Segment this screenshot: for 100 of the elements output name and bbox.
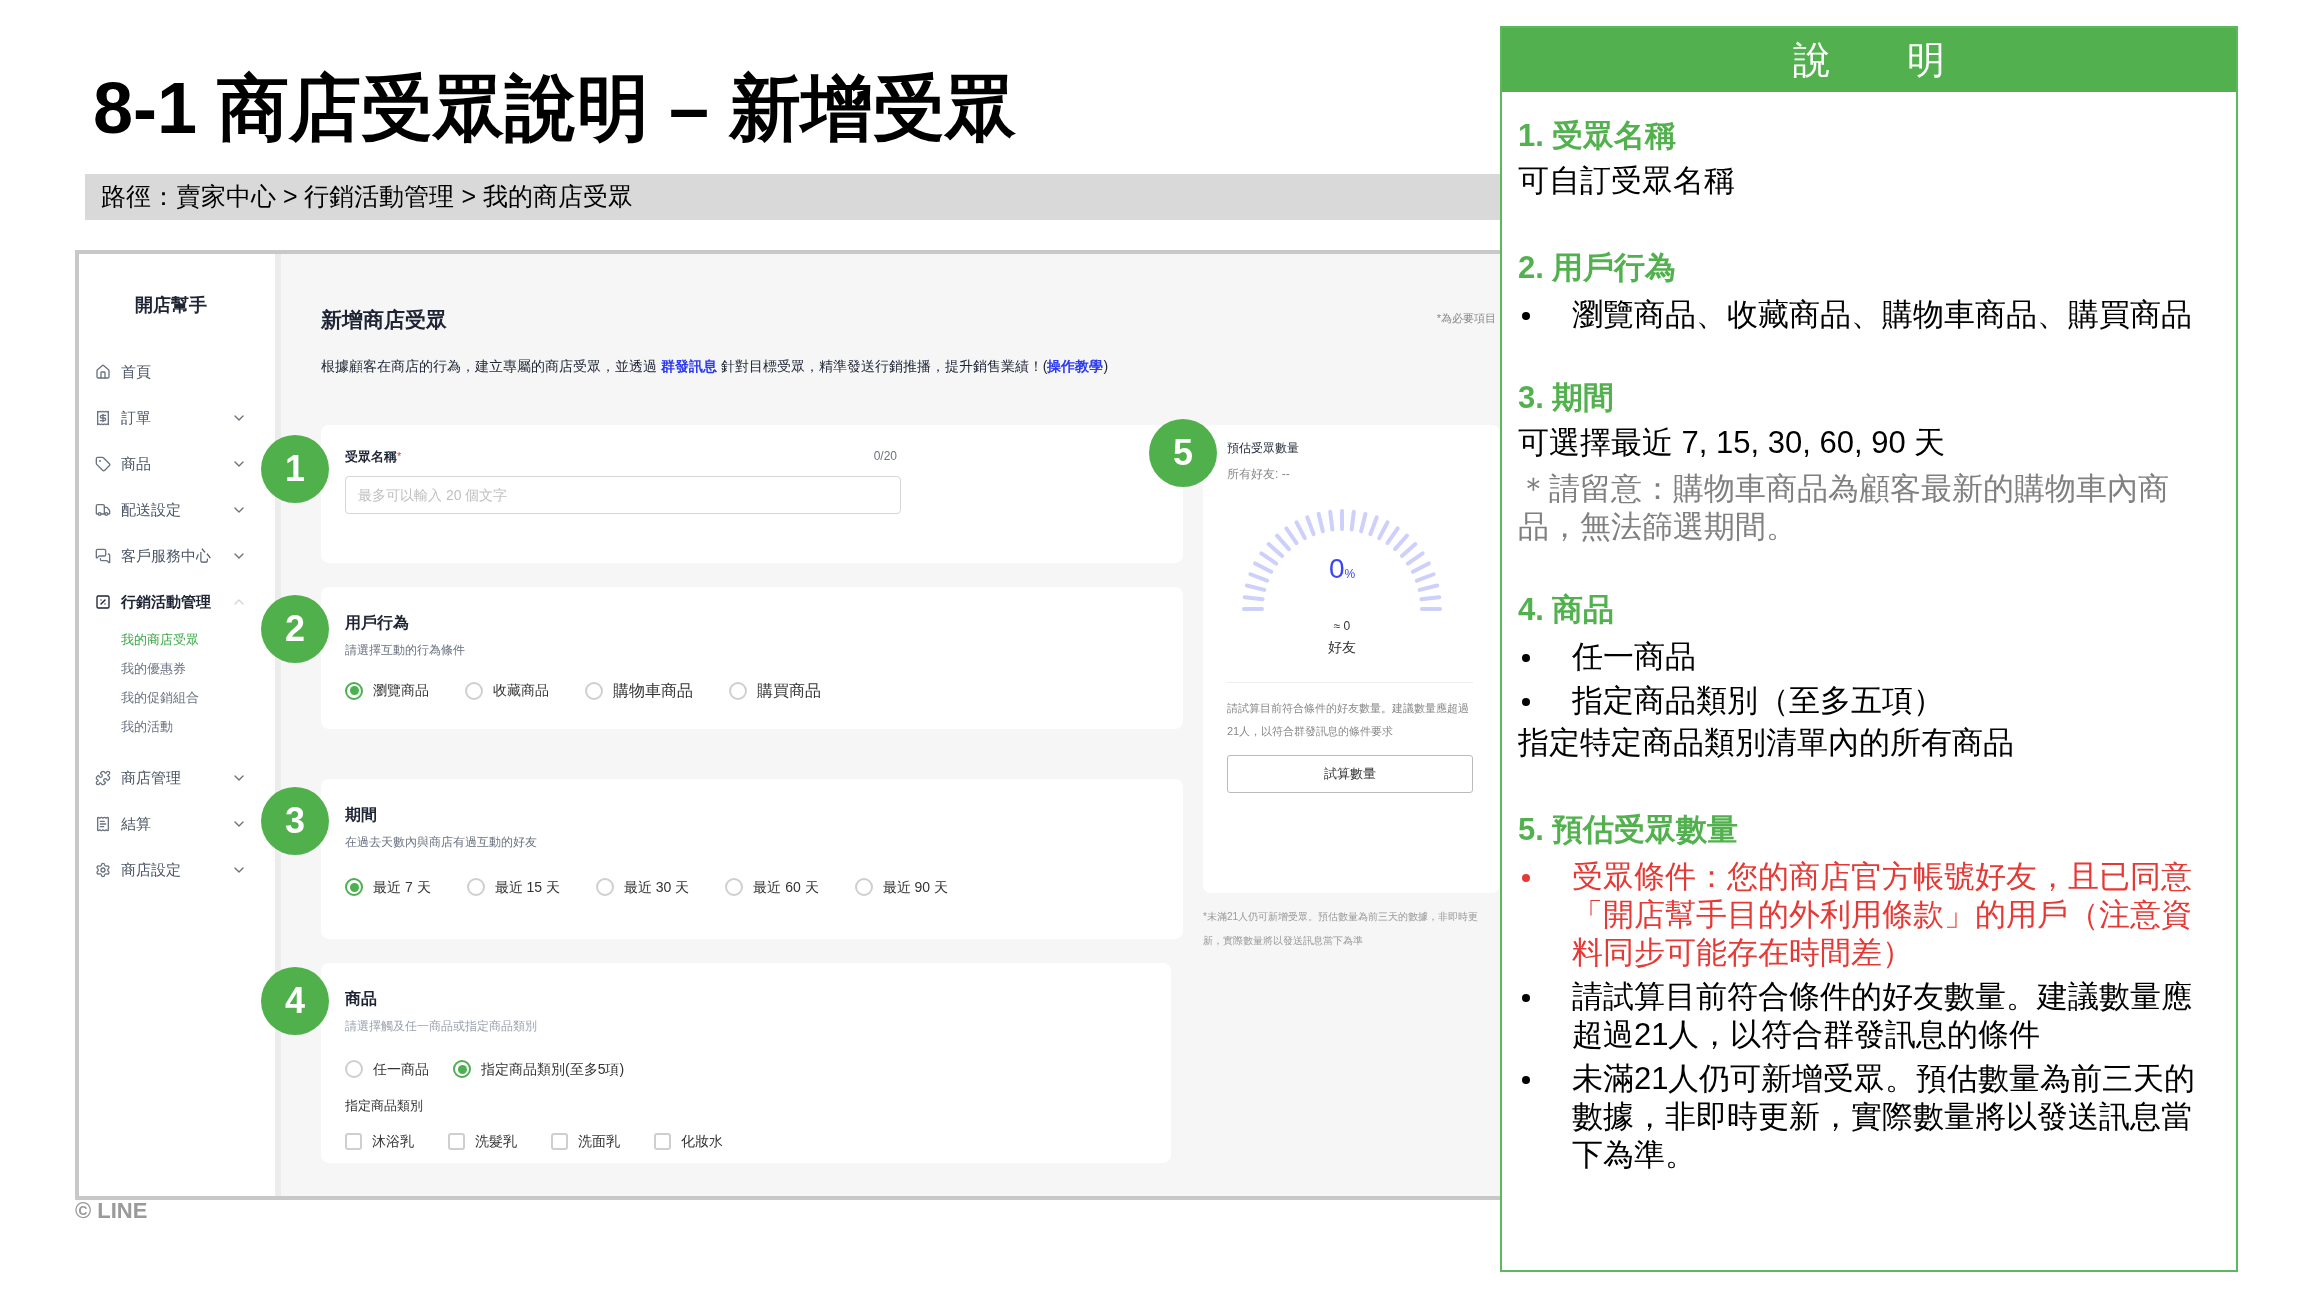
approx-count: ≈ 0 <box>1333 617 1351 635</box>
section-title: 用戶行為 <box>345 612 410 633</box>
section-heading: 2. 用戶行為 <box>1518 249 1678 287</box>
count-unit: 好友 <box>1328 637 1356 657</box>
step-marker: 3 <box>261 786 329 855</box>
sidebar-item[interactable]: 結算 <box>95 801 247 847</box>
field-label: 受眾名稱 <box>345 447 397 466</box>
text-link[interactable]: 操作教學 <box>1047 357 1104 374</box>
input-field[interactable]: 最多可以輸入 20 個文字 <box>345 476 901 514</box>
radio-label: 購物車商品 <box>613 680 693 701</box>
calculate-button[interactable]: 試算數量 <box>1227 754 1473 793</box>
checkbox-label: 洗面乳 <box>578 1132 620 1151</box>
section-hint: 在過去天數內與商店有過互動的好友 <box>345 833 538 851</box>
section-hint: 請選擇互動的行為條件 <box>345 641 466 659</box>
char-counter: 0/20 <box>873 448 897 466</box>
radio-button[interactable] <box>465 681 483 700</box>
footer-logo: © LINE <box>75 1197 148 1225</box>
sidebar-subitem[interactable]: 我的優惠券 <box>121 654 247 683</box>
sidebar-item[interactable]: 首頁 <box>95 349 247 395</box>
checkbox-label: 洗髮乳 <box>475 1132 517 1151</box>
radio-button[interactable] <box>345 681 363 700</box>
home-icon <box>95 364 111 380</box>
radio-button[interactable] <box>729 681 747 700</box>
tag-icon <box>95 456 111 472</box>
section-heading: 3. 期間 <box>1518 379 1616 417</box>
sidebar-item[interactable]: 商店設定 <box>95 847 247 893</box>
radio-label: 購買商品 <box>757 680 821 701</box>
advice-text: 請試算目前符合條件的好友數量。建議數量應超過21人，以符合群發訊息的條件要求 <box>1227 700 1470 739</box>
radio-button[interactable] <box>453 1060 471 1078</box>
receipt-icon <box>95 410 111 426</box>
radio-label: 任一商品 <box>373 1059 429 1079</box>
section-heading: 1. 受眾名稱 <box>1518 117 1678 155</box>
bullet-text: 瀏覽商品、收藏商品、購物車商品、購買商品 <box>1572 296 2192 334</box>
sidebar-item[interactable]: 客戶服務中心 <box>95 533 247 579</box>
checkbox[interactable] <box>551 1133 568 1150</box>
text-link[interactable]: 群發訊息 <box>660 357 717 374</box>
sidebar-item[interactable]: 商品 <box>95 441 247 487</box>
radio-label: 最近 60 天 <box>753 877 819 897</box>
step-marker: 1 <box>261 434 329 503</box>
radio-button[interactable] <box>345 878 363 896</box>
section-title: 預估受眾數量 <box>1227 439 1300 457</box>
all-friends-count: 所有好友: -- <box>1227 465 1291 483</box>
note-text: ＊請留意：購物車商品為顧客最新的購物車內商品，無法篩選期間。 <box>1518 470 2170 546</box>
checkbox-label: 沐浴乳 <box>372 1132 414 1151</box>
checkbox[interactable] <box>448 1133 465 1150</box>
radio-label: 最近 15 天 <box>494 877 560 897</box>
required-mark: * <box>397 449 402 462</box>
radio-button[interactable] <box>585 681 603 700</box>
radio-button[interactable] <box>345 1060 363 1078</box>
sidebar-item[interactable]: 配送設定 <box>95 487 247 533</box>
explanation-text: 指定特定商品類別清單內的所有商品 <box>1518 724 2015 762</box>
sidebar-item[interactable]: 訂單 <box>95 395 247 441</box>
sidebar-item[interactable]: 商店管理 <box>95 755 247 801</box>
section-title: 商品 <box>345 988 378 1009</box>
slide-title: 8-1 商店受眾說明 – 新增受眾 <box>93 67 1019 150</box>
radio-label: 收藏商品 <box>493 681 549 700</box>
field-label: 指定商品類別 <box>345 1096 424 1115</box>
sidebar-subitem[interactable]: 我的促銷組合 <box>121 683 247 712</box>
section-heading: 4. 商品 <box>1518 591 1616 629</box>
bullet-text: 受眾條件：您的商店官方帳號好友，且已同意「開店幫手目的外利用條款」的用戶（注意資料同步可能存在時間差） <box>1572 858 2193 972</box>
bullet-text: 請試算目前符合條件的好友數量。建議數量應超過21人，以符合群發訊息的條件 <box>1572 978 2193 1054</box>
chat-icon <box>95 548 111 564</box>
gauge-unit: % <box>1344 566 1356 583</box>
radio-label: 最近 90 天 <box>882 877 948 897</box>
step-marker: 5 <box>1149 418 1217 487</box>
footnote: *未滿21人仍可新增受眾。預估數量為前三天的數據，非即時更新，實際數量將以發送訊息當下為準 <box>1203 909 1479 948</box>
bullet-text: 指定商品類別（至多五項） <box>1572 682 1944 720</box>
radio-button[interactable] <box>854 878 873 896</box>
radio-label: 指定商品類別(至多5項) <box>481 1059 625 1079</box>
required-note: *為必要項目 <box>1436 311 1496 326</box>
step-marker: 2 <box>261 594 329 663</box>
radio-label: 最近 30 天 <box>623 877 690 897</box>
path-bar: 路徑：賣家中心 > 行銷活動管理 > 我的商店受眾 <box>85 174 1500 220</box>
puzzle-icon <box>95 770 111 786</box>
radio-button[interactable] <box>725 878 744 896</box>
radio-label: 最近 7 天 <box>373 877 431 897</box>
checkbox[interactable] <box>345 1133 362 1150</box>
section-heading: 5. 預估受眾數量 <box>1518 811 1740 849</box>
section-title: 期間 <box>345 804 378 825</box>
section-hint: 請選擇觸及任一商品或指定商品類別 <box>345 1017 538 1035</box>
receipt-icon <box>95 816 111 832</box>
gauge-value: 0 <box>1328 554 1345 583</box>
bullet-text: 未滿21人仍可新增受眾。預估數量為前三天的數據，非即時更新，實際數量將以發送訊息當下為準。 <box>1572 1060 2197 1174</box>
page-title: 新增商店受眾 <box>321 307 447 333</box>
radio-label: 瀏覽商品 <box>373 681 429 700</box>
radio-button[interactable] <box>595 878 614 896</box>
panel-header: 說 明 <box>1502 28 2236 92</box>
checkbox-label: 化妝水 <box>681 1132 723 1151</box>
percent-icon <box>95 594 111 610</box>
checkbox[interactable] <box>654 1133 671 1150</box>
radio-button[interactable] <box>466 878 485 896</box>
explanation-text: 可自訂受眾名稱 <box>1518 162 1736 200</box>
sidebar-subitem[interactable]: 我的活動 <box>121 712 247 741</box>
bullet-text: 任一商品 <box>1572 638 1696 676</box>
truck-icon <box>95 502 111 518</box>
step-marker: 4 <box>261 966 329 1035</box>
sidebar-title: 開店幫手 <box>135 294 207 317</box>
sidebar-item[interactable]: 行銷活動管理 <box>95 579 247 625</box>
explanation-text: 可選擇最近 7, 15, 30, 60, 90 天 <box>1518 424 1947 462</box>
settings-icon <box>95 862 111 878</box>
